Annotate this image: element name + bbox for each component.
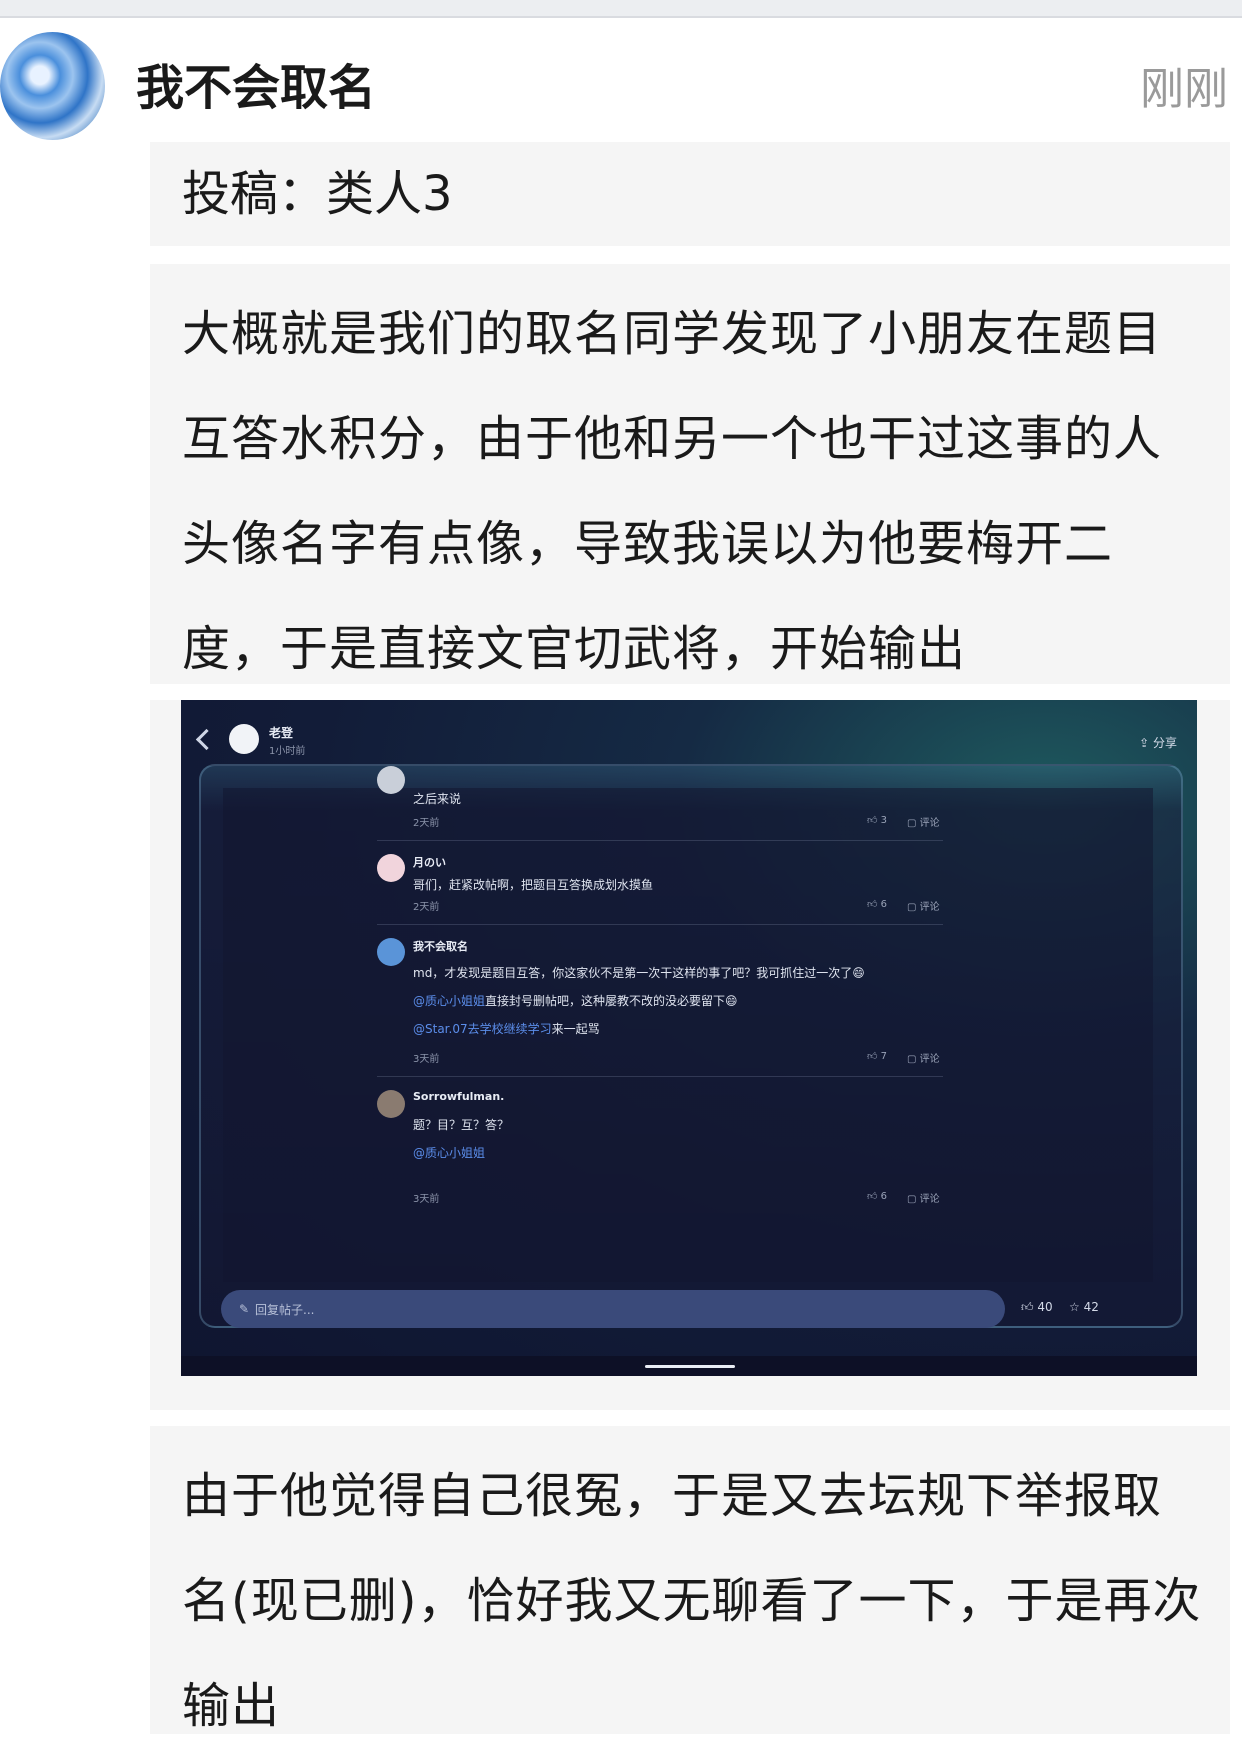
embedded-screenshot[interactable]: 老登 1小时前 ⇪ 分享 之后来说 2天前 👍︎ 3 ▢ 评论 月のい 哥们，赶… — [181, 700, 1197, 1376]
comment-text: @Star.07去学校继续学习来一起骂 — [413, 1022, 600, 1036]
mention-link[interactable]: @质心小姐姐 — [413, 994, 485, 1008]
comment-author: 我不会取名 — [413, 940, 468, 953]
like-count: 👍︎ 7 — [867, 1051, 888, 1062]
screenshot-statusbar — [181, 700, 1197, 716]
comment-icon: ▢ — [907, 818, 920, 829]
title-block: 投稿：类人3 — [150, 142, 1230, 246]
comment-date: 2天前 — [413, 818, 440, 829]
comment-link: ▢ 评论 — [907, 818, 940, 829]
like-count: 👍︎ 6 — [867, 1191, 888, 1202]
comment-author: 月のい — [413, 856, 446, 869]
total-stars[interactable]: ☆ 42 — [1069, 1300, 1099, 1314]
post-time: 刚刚 — [1140, 64, 1228, 115]
comment-text: 之后来说 — [413, 792, 462, 806]
divider — [377, 840, 943, 841]
pencil-icon: ✎ — [239, 1302, 250, 1316]
comment-date: 2天前 — [413, 902, 440, 913]
comment-text: 题？目？互？答？ — [413, 1118, 510, 1132]
post-paragraph-1: 大概就是我们的取名同学发现了小朋友在题目互答水积分，由于他和另一个也干过这事的人… — [182, 306, 1163, 677]
comment-icon: ▢ — [907, 1054, 920, 1065]
post-paragraph-2: 由于他觉得自己很冤，于是又去坛规下举报取名(现已删)，恰好我又无聊看了一下，于是… — [182, 1468, 1202, 1734]
comment-avatar — [377, 854, 405, 882]
comment-item: 月のい 哥们，赶紧改帖啊，把题目互答换成划水摸鱼 2天前 👍︎ 6 ▢ 评论 — [377, 854, 953, 934]
reply-placeholder: 回复帖子... — [255, 1303, 315, 1317]
home-indicator — [645, 1365, 735, 1368]
mention-link[interactable]: @质心小姐姐 — [413, 1146, 485, 1160]
total-likes[interactable]: 👍︎ 40 — [1021, 1300, 1053, 1315]
thumb-up-icon: 👍︎ — [867, 899, 881, 910]
comment-date: 3天前 — [413, 1054, 440, 1065]
image-block: 老登 1小时前 ⇪ 分享 之后来说 2天前 👍︎ 3 ▢ 评论 月のい 哥们，赶… — [150, 700, 1230, 1410]
share-label: 分享 — [1152, 736, 1177, 750]
comment-text: md，才发现是题目互答，你这家伙不是第一次干这样的事了吧？我可抓住过一次了😄 — [413, 966, 865, 980]
avatar[interactable] — [0, 32, 105, 140]
comment-avatar — [377, 1090, 405, 1118]
comment-text: @质心小姐姐直接封号删帖吧，这种屡教不改的没必要留下😄 — [413, 994, 738, 1008]
paragraph-block-2: 由于他觉得自己很冤，于是又去坛规下举报取名(现已删)，恰好我又无聊看了一下，于是… — [150, 1426, 1230, 1734]
comment-date: 3天前 — [413, 1194, 440, 1205]
top-status-strip — [0, 0, 1242, 18]
comment-icon: ▢ — [907, 1194, 920, 1205]
comment-text: @质心小姐姐 — [413, 1144, 485, 1161]
like-count: 👍︎ 6 — [867, 899, 888, 910]
screenshot-post-author: 老登 — [269, 726, 294, 740]
comment-item: 我不会取名 md，才发现是题目互答，你这家伙不是第一次干这样的事了吧？我可抓住过… — [377, 938, 953, 1088]
comment-author: Sorrowfulman. — [413, 1090, 505, 1103]
screenshot-share: ⇪ 分享 — [1139, 734, 1177, 751]
like-count: 👍︎ 3 — [867, 815, 888, 826]
star-icon: ☆ — [1069, 1300, 1084, 1314]
mention-link[interactable]: @Star.07去学校继续学习 — [413, 1022, 552, 1036]
comment-link: ▢ 评论 — [907, 1054, 940, 1065]
comment-text: 哥们，赶紧改帖啊，把题目互答换成划水摸鱼 — [413, 878, 654, 892]
comment-item: 之后来说 2天前 👍︎ 3 ▢ 评论 — [377, 766, 953, 846]
comment-item: Sorrowfulman. 题？目？互？答？ @质心小姐姐 3天前 👍︎ 6 ▢… — [377, 1090, 953, 1220]
paragraph-block-1: 大概就是我们的取名同学发现了小朋友在题目互答水积分，由于他和另一个也干过这事的人… — [150, 264, 1230, 684]
back-arrow-icon — [195, 728, 218, 751]
screenshot-avatar — [229, 724, 259, 754]
divider — [377, 1076, 943, 1077]
thumb-up-icon: 👍︎ — [867, 815, 881, 826]
author-name[interactable]: 我不会取名 — [136, 58, 376, 118]
reply-input[interactable]: ✎ 回复帖子... — [221, 1290, 1005, 1328]
share-icon: ⇪ — [1139, 736, 1153, 750]
thumb-up-icon: 👍︎ — [867, 1051, 881, 1062]
thumb-up-icon: 👍︎ — [1021, 1300, 1038, 1314]
comment-avatar — [377, 766, 405, 794]
comment-link: ▢ 评论 — [907, 1194, 940, 1205]
comment-icon: ▢ — [907, 902, 920, 913]
post-title: 投稿：类人3 — [182, 166, 453, 222]
screenshot-post-time: 1小时前 — [269, 746, 306, 757]
comment-link: ▢ 评论 — [907, 902, 940, 913]
divider — [377, 924, 943, 925]
thumb-up-icon: 👍︎ — [867, 1191, 881, 1202]
comment-avatar — [377, 938, 405, 966]
